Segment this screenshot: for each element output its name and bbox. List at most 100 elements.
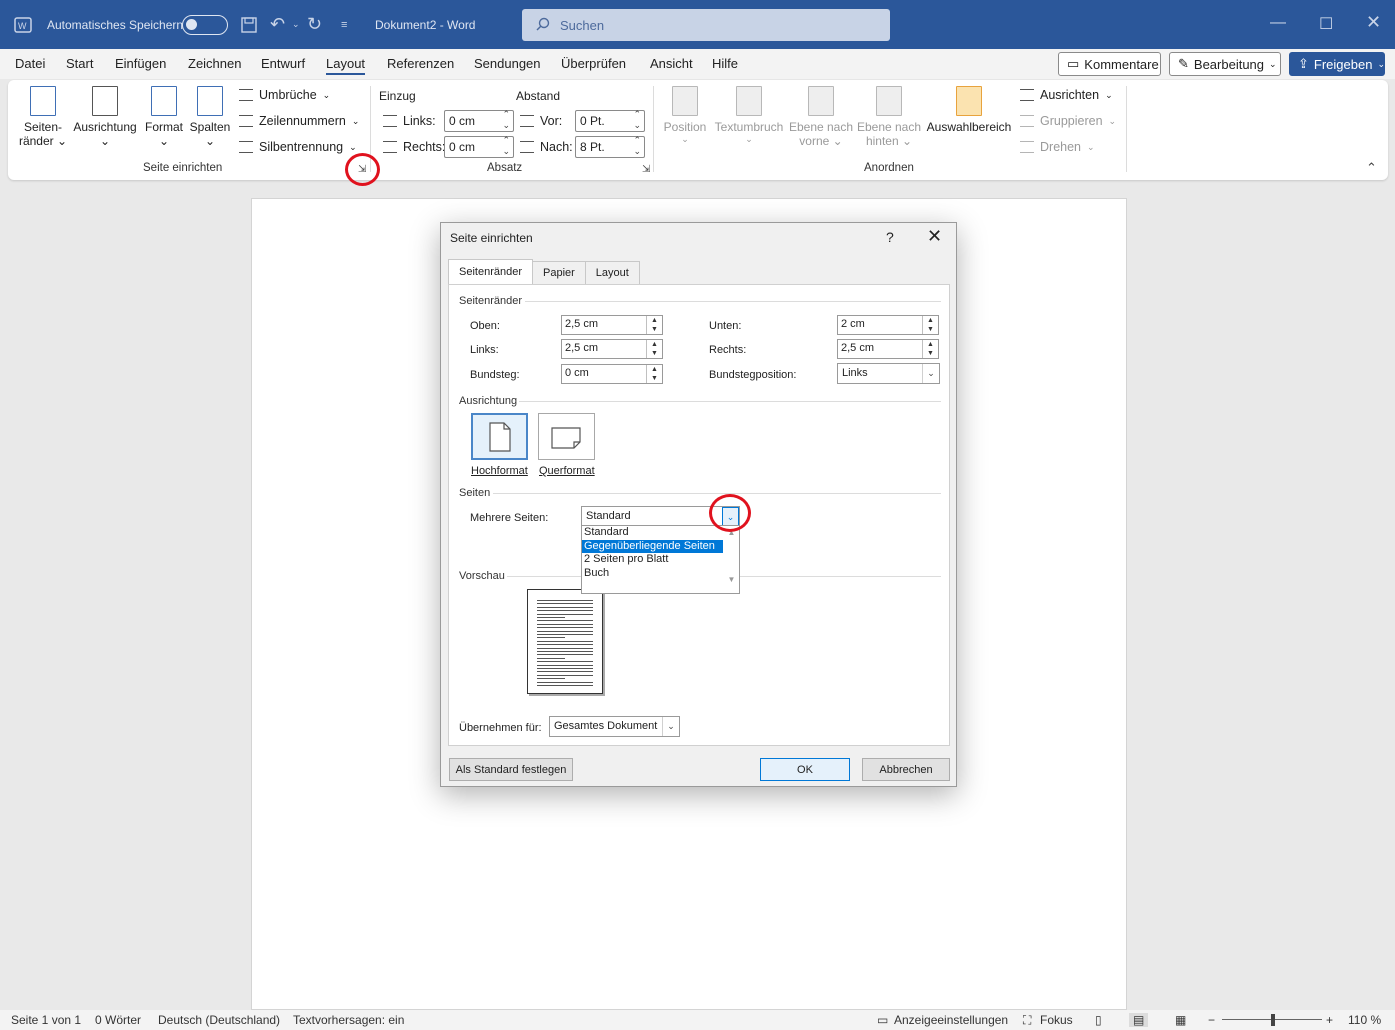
close-icon[interactable]: ✕ [927,226,942,247]
landscape-label: Querformat [539,465,595,477]
orientation-button[interactable]: Ausrichtung ⌄ [71,86,139,148]
tab-paper[interactable]: Papier [532,261,586,284]
size-button[interactable]: Format ⌄ [142,86,186,148]
zoom-out-icon[interactable]: − [1208,1013,1215,1027]
rotate-button[interactable]: Drehen ⌄ [1020,140,1095,154]
web-layout-icon[interactable]: ▦ [1175,1013,1186,1027]
zoom-in-icon[interactable]: + [1326,1013,1333,1027]
menu-datei[interactable]: Datei [15,56,45,71]
selection-pane-icon [956,86,982,116]
zoom-level[interactable]: 110 % [1348,1013,1381,1027]
option-book[interactable]: Buch [582,567,723,581]
menu-layout[interactable]: Layout [326,56,366,75]
spacing-label: Abstand [516,89,561,103]
align-button[interactable]: Ausrichten ⌄ [1020,88,1113,102]
menu-referenzen[interactable]: Referenzen [387,56,454,71]
menu-sendungen[interactable]: Sendungen [474,56,541,71]
indent-right-input[interactable]: 0 cm [444,135,514,158]
option-standard[interactable]: Standard [582,526,723,540]
text-wrap-button[interactable]: Textumbruch ⌄ [712,86,786,145]
search-box[interactable]: Suchen [522,9,890,41]
menu-zeichnen[interactable]: Zeichnen [188,56,241,71]
margins-button[interactable]: Seiten- ränder ⌄ [18,86,68,148]
position-button[interactable]: Position ⌄ [659,86,711,145]
display-settings[interactable]: Anzeigeeinstellungen [894,1013,1008,1027]
editing-button[interactable]: ✎ Bearbeitung ⌄ [1169,52,1281,76]
display-settings-icon[interactable]: ▭ [877,1013,888,1027]
preview-line [537,668,593,669]
spacing-before-input[interactable]: 0 Pt. [575,109,645,132]
share-icon: ⇪ [1298,56,1309,71]
landscape-option[interactable] [538,413,595,460]
indent-label: Einzug [379,89,416,103]
menu-ueberpruefen[interactable]: Überprüfen [561,56,626,71]
customize-toolbar-icon[interactable]: ≡ [341,0,347,49]
minimize-icon[interactable]: — [1270,14,1286,32]
share-button[interactable]: ⇪ Freigeben ⌄ [1289,52,1385,76]
dialog-tabs: Seitenränder Papier Layout [448,259,640,284]
option-facing-pages[interactable]: Gegenüberliegende Seiten [582,539,723,553]
paragraph-launcher-icon[interactable]: ⇲ [642,164,650,175]
ok-button[interactable]: OK [760,758,850,781]
menu-einfuegen[interactable]: Einfügen [115,56,166,71]
save-icon[interactable] [241,0,257,49]
right-margin-input[interactable]: 2,5 cm ▲ ▼ [837,339,939,359]
annotation-circle [345,153,380,186]
indent-right-label: Rechts: [383,140,445,154]
close-window-icon[interactable]: ✕ [1366,12,1381,33]
apply-to-select[interactable]: Gesamtes Dokument ⌄ [549,716,680,737]
indent-left-input[interactable]: 0 cm [444,109,514,132]
language[interactable]: Deutsch (Deutschland) [158,1013,280,1027]
zoom-slider-thumb[interactable] [1271,1014,1275,1026]
word-count[interactable]: 0 Wörter [95,1013,141,1027]
read-mode-icon[interactable]: ▯ [1095,1013,1102,1027]
menu-ansicht[interactable]: Ansicht [650,56,693,71]
top-margin-input[interactable]: 2,5 cm ▲ ▼ [561,315,663,335]
menu-entwurf[interactable]: Entwurf [261,56,305,71]
left-margin-input[interactable]: 2,5 cm ▲ ▼ [561,339,663,359]
breaks-button[interactable]: Umbrüche ⌄ [239,88,330,102]
undo-icon[interactable]: ↶ [270,0,285,49]
portrait-option[interactable] [471,413,528,460]
preview-line [537,637,565,639]
menu-start[interactable]: Start [66,56,93,71]
columns-button[interactable]: Spalten ⌄ [188,86,232,148]
group-label-page-setup: Seite einrichten [143,162,223,174]
collapse-ribbon-icon[interactable]: ⌃ [1366,160,1377,176]
bring-forward-icon [808,86,834,116]
autosave-toggle[interactable] [182,0,228,49]
multiple-pages-label: Mehrere Seiten: [470,512,549,524]
tab-layout[interactable]: Layout [584,261,640,284]
gutter-input[interactable]: 0 cm ▲ ▼ [561,364,663,384]
selection-pane-button[interactable]: Auswahlbereich [925,86,1013,134]
maximize-icon[interactable]: ☐ [1319,14,1333,34]
text-wrap-icon [736,86,762,116]
set-default-button[interactable]: Als Standard festlegen [449,758,573,781]
rotate-icon [1020,141,1034,153]
print-layout-icon[interactable]: ▤ [1129,1013,1149,1027]
redo-icon[interactable]: ↻ [307,0,322,49]
preview-line [537,623,593,625]
group-button[interactable]: Gruppieren ⌄ [1020,114,1116,128]
cancel-button[interactable]: Abbrechen [862,758,950,781]
gutter-position-select[interactable]: Links ⌄ [837,363,940,384]
help-icon[interactable]: ? [886,229,894,245]
hyphenation-button[interactable]: Silbentrennung ⌄ [239,140,357,154]
focus-mode[interactable]: Fokus [1040,1013,1073,1027]
tab-margins[interactable]: Seitenränder [448,259,533,284]
comments-button[interactable]: ▭ Kommentare [1058,52,1161,76]
text-predictions[interactable]: Textvorhersagen: ein [293,1013,404,1027]
menu-hilfe[interactable]: Hilfe [712,56,738,71]
bottom-margin-input[interactable]: 2 cm ▲ ▼ [837,315,939,335]
dropdown-scrollbar[interactable]: ▲ ▼ [724,526,739,593]
group-icon [1020,115,1034,127]
option-two-per-sheet[interactable]: 2 Seiten pro Blatt [582,553,723,567]
spacing-after-input[interactable]: 8 Pt. [575,135,645,158]
line-numbers-button[interactable]: Zeilennummern ⌄ [239,114,359,128]
undo-dropdown-icon[interactable]: ⌄ [292,0,300,49]
page-count[interactable]: Seite 1 von 1 [11,1013,81,1027]
focus-icon[interactable]: ⛶ [1023,1013,1031,1028]
send-backward-button[interactable]: Ebene nach hinten ⌄ [856,86,922,148]
bring-forward-button[interactable]: Ebene nach vorne ⌄ [788,86,854,148]
page-setup-dialog: Seite einrichten ? ✕ Seitenränder Papier… [440,222,957,787]
